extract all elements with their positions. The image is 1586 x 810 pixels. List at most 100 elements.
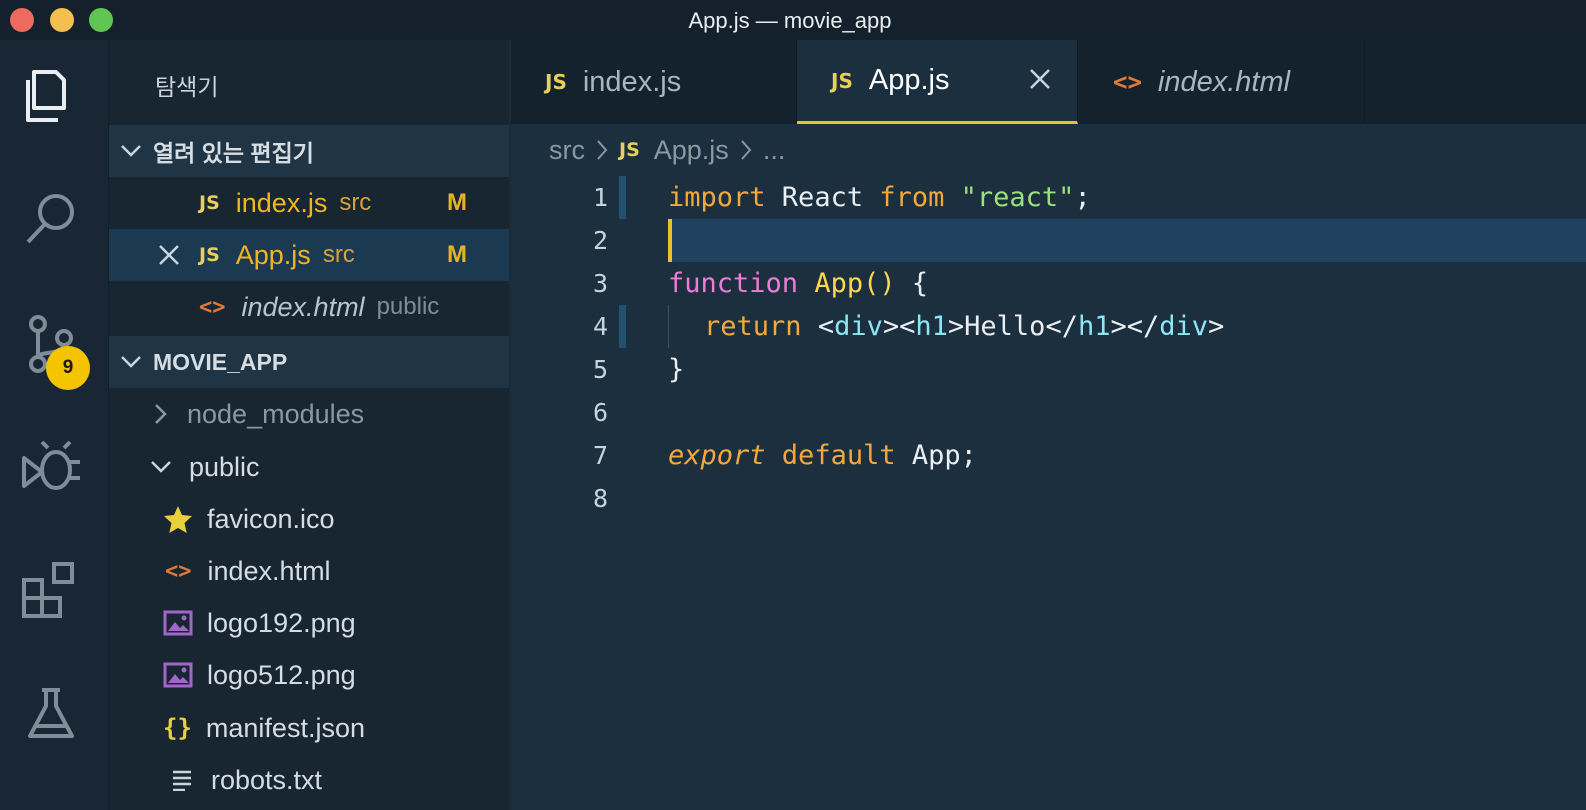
punctuation: < bbox=[817, 311, 835, 342]
tree-item-file[interactable]: {} manifest.json bbox=[109, 702, 509, 754]
image-icon bbox=[163, 610, 193, 636]
tree-item-label: robots.txt bbox=[211, 764, 323, 795]
open-editor-item[interactable]: <> index.html public bbox=[109, 281, 509, 333]
open-editors-label: 열려 있는 편집기 bbox=[153, 140, 314, 166]
js-file-icon: JS bbox=[545, 70, 567, 94]
open-editor-item[interactable]: JS App.js src M bbox=[109, 229, 509, 281]
punctuation: </ bbox=[1045, 311, 1078, 342]
tree-item-label: index.html bbox=[207, 555, 331, 586]
chevron-down-icon bbox=[109, 354, 153, 370]
punctuation: () bbox=[863, 268, 896, 299]
html-file-icon: <> bbox=[1113, 68, 1142, 96]
identifier: React bbox=[765, 182, 880, 213]
line-number-gutter: 1 2 3 4 5 6 7 8 bbox=[511, 176, 668, 810]
js-file-icon: JS bbox=[619, 139, 640, 161]
breadcrumb-file[interactable]: App.js bbox=[654, 135, 729, 166]
line-number: 4 bbox=[592, 312, 608, 341]
tree-item-file[interactable]: robots.txt bbox=[109, 754, 509, 806]
modified-line-marker bbox=[619, 305, 626, 348]
punctuation: > bbox=[947, 311, 965, 342]
search-icon[interactable] bbox=[18, 186, 84, 252]
punctuation: >< bbox=[882, 311, 916, 342]
line-number: 6 bbox=[592, 398, 608, 427]
close-icon[interactable] bbox=[1029, 65, 1051, 97]
keyword: from bbox=[879, 182, 945, 213]
keyword: default bbox=[765, 440, 896, 471]
code-line: export default App; bbox=[668, 434, 1586, 477]
function-name: App bbox=[814, 268, 864, 299]
project-header[interactable]: MOVIE_APP bbox=[109, 336, 509, 388]
tree-item-label: node_modules bbox=[187, 398, 365, 429]
chevron-right-icon bbox=[595, 138, 609, 162]
open-editor-item[interactable]: JS index.js src M bbox=[109, 177, 509, 229]
jsx-text: Hello bbox=[964, 311, 1046, 342]
keyword: return bbox=[704, 311, 802, 342]
punctuation: } bbox=[668, 354, 685, 385]
tree-item-file[interactable]: favicon.ico bbox=[109, 493, 509, 545]
keyword: function bbox=[668, 268, 799, 299]
chevron-down-icon bbox=[109, 143, 153, 159]
sidebar-title: 탐색기 bbox=[155, 74, 219, 100]
chevron-right-icon bbox=[739, 138, 753, 162]
chevron-right-icon bbox=[153, 402, 169, 426]
line-number: 1 bbox=[592, 183, 608, 212]
line-number: 2 bbox=[592, 226, 608, 255]
explorer-sidebar: 탐색기 열려 있는 편집기 JS index.js src M JS App.j… bbox=[109, 40, 509, 810]
code-line-current bbox=[668, 219, 1586, 262]
modified-indicator: M bbox=[447, 189, 467, 216]
string: "react" bbox=[960, 182, 1075, 213]
open-editor-folder-hint: public bbox=[376, 293, 440, 320]
keyword: import bbox=[668, 182, 766, 213]
tree-item-label: logo192.png bbox=[207, 607, 356, 638]
chevron-down-icon bbox=[149, 459, 173, 475]
tab-bar: JS index.js JS App.js <> index.html bbox=[511, 40, 1586, 124]
tree-item-folder[interactable]: public bbox=[109, 441, 509, 493]
tree-item-file[interactable]: logo192.png bbox=[109, 597, 509, 649]
tab-index-js[interactable]: JS index.js bbox=[511, 40, 797, 124]
breadcrumb-folder[interactable]: src bbox=[549, 135, 585, 166]
code-line: import React from "react"; bbox=[668, 176, 1586, 219]
tab-app-js[interactable]: JS App.js bbox=[797, 40, 1078, 124]
tree-item-label: public bbox=[189, 451, 260, 482]
tree-item-file[interactable]: <> index.html bbox=[109, 545, 509, 597]
breadcrumb-more[interactable]: ... bbox=[763, 135, 786, 166]
punctuation: ; bbox=[1074, 182, 1091, 213]
testing-icon[interactable] bbox=[18, 682, 84, 748]
files-icon[interactable] bbox=[18, 62, 84, 128]
image-icon bbox=[163, 662, 193, 688]
extensions-icon[interactable] bbox=[18, 558, 84, 624]
open-editor-filename: index.html bbox=[241, 291, 365, 322]
open-editor-folder-hint: src bbox=[339, 189, 372, 216]
code-line: } bbox=[668, 348, 1586, 391]
open-editors-header[interactable]: 열려 있는 편집기 bbox=[109, 125, 509, 177]
tree-item-file[interactable]: logo512.png bbox=[109, 649, 509, 701]
punctuation: { bbox=[895, 268, 929, 299]
code-editor[interactable]: import React from "react"; function App(… bbox=[668, 176, 1586, 810]
debug-icon[interactable] bbox=[18, 434, 84, 500]
close-icon[interactable] bbox=[157, 243, 181, 267]
text-file-icon bbox=[171, 769, 193, 791]
breadcrumb: src JS App.js ... bbox=[511, 124, 1586, 177]
html-file-icon: <> bbox=[165, 558, 192, 584]
modified-indicator: M bbox=[447, 241, 467, 268]
activity-bar: 9 bbox=[0, 40, 109, 810]
js-file-icon: JS bbox=[199, 244, 220, 266]
tree-item-label: favicon.ico bbox=[207, 503, 335, 534]
text-cursor bbox=[668, 219, 672, 262]
line-number: 8 bbox=[592, 484, 608, 513]
tab-label: index.js bbox=[582, 65, 682, 98]
jsx-tag: div bbox=[1159, 311, 1209, 342]
json-file-icon: {} bbox=[163, 714, 192, 742]
project-label: MOVIE_APP bbox=[153, 348, 288, 375]
tree-item-folder[interactable]: node_modules bbox=[109, 388, 509, 440]
line-number: 3 bbox=[592, 269, 608, 298]
jsx-tag: h1 bbox=[1077, 311, 1111, 342]
open-editor-filename: index.js bbox=[235, 187, 328, 218]
html-file-icon: <> bbox=[199, 294, 226, 320]
tab-index-html[interactable]: <> index.html bbox=[1079, 40, 1365, 124]
js-file-icon: JS bbox=[199, 192, 220, 214]
keyword: export bbox=[668, 440, 766, 471]
